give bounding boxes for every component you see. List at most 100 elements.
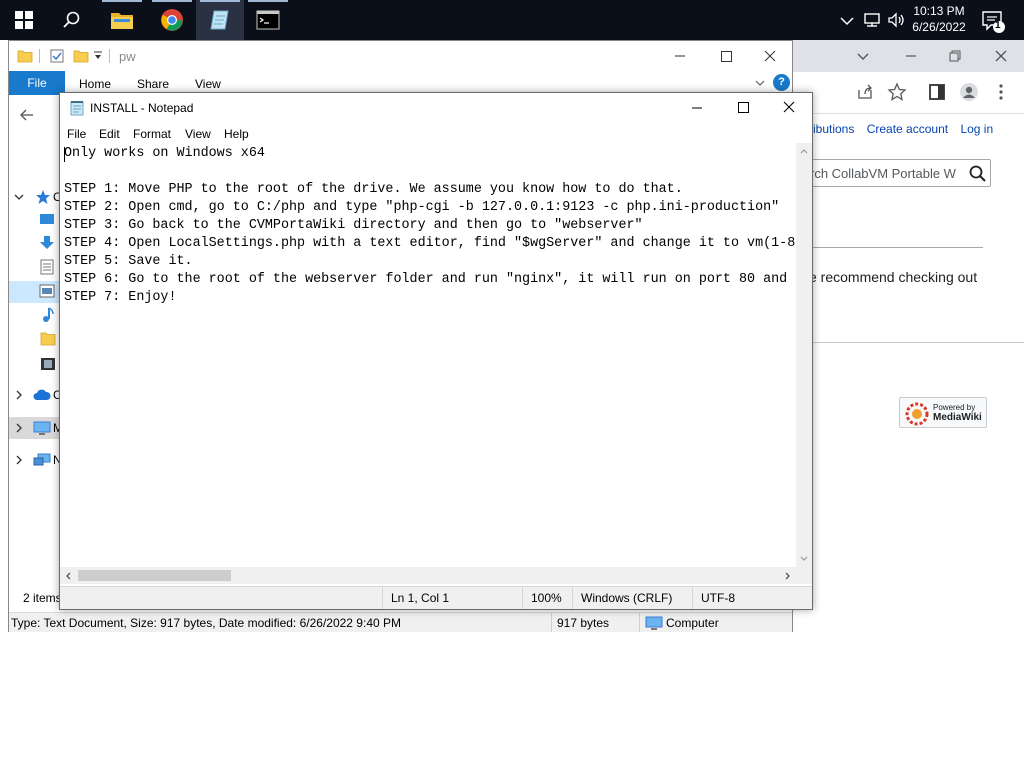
encoding: UTF-8 — [692, 587, 812, 609]
scroll-left-icon[interactable] — [64, 571, 72, 581]
scroll-right-icon[interactable] — [784, 571, 792, 581]
scroll-up-icon[interactable] — [799, 147, 809, 155]
horizontal-scroll-thumb[interactable] — [78, 570, 231, 581]
navigation-pane: C C M N — [9, 95, 63, 585]
properties-check-icon[interactable] — [49, 48, 65, 64]
profile-avatar-icon[interactable] — [959, 82, 979, 102]
notepad-title-bar[interactable]: INSTALL - Notepad — [60, 93, 812, 123]
customize-toolbar-icon[interactable] — [93, 50, 103, 62]
ribbon-tab-file[interactable]: File — [9, 71, 65, 95]
wiki-content-text: e recommend checking out — [809, 269, 978, 285]
close-icon[interactable] — [747, 41, 793, 71]
pictures-icon[interactable] — [39, 284, 55, 298]
nav-row-network[interactable]: N — [9, 449, 62, 471]
nav-row-quick-access[interactable]: C — [9, 187, 62, 207]
menu-file[interactable]: File — [67, 127, 86, 141]
explorer-status-bar: Type: Text Document, Size: 917 bytes, Da… — [9, 612, 792, 632]
browser-tab-strip — [793, 40, 1024, 72]
zoom-level: 100% — [522, 587, 572, 609]
horizontal-scrollbar[interactable] — [60, 567, 796, 584]
help-button[interactable]: ? — [773, 74, 790, 91]
explorer-folder-name: pw — [119, 49, 136, 64]
minimize-icon[interactable] — [901, 46, 921, 66]
notification-icon — [982, 11, 1005, 33]
taskbar-file-explorer[interactable] — [98, 0, 146, 40]
running-indicator — [200, 0, 240, 2]
desktop-icon[interactable] — [39, 213, 55, 227]
bookmark-star-icon[interactable] — [887, 82, 907, 102]
browser-window: ributions Create account Log in rch Coll… — [793, 40, 1024, 343]
menu-view[interactable]: View — [185, 127, 211, 141]
chevron-down-icon[interactable] — [853, 46, 873, 66]
clock-date: 6/26/2022 — [912, 20, 966, 34]
document-text[interactable]: Only works on Windows x64 STEP 1: Move P… — [64, 145, 795, 307]
documents-icon[interactable] — [40, 259, 54, 275]
search-icon[interactable] — [968, 164, 988, 184]
downloads-icon[interactable] — [39, 235, 55, 251]
chrome-icon — [161, 9, 183, 31]
clock[interactable]: 10:13 PM 6/26/2022 — [906, 3, 972, 37]
contributions-link[interactable]: ributions — [809, 122, 854, 136]
notification-center-button[interactable]: 1 — [980, 8, 1006, 34]
status-divider — [551, 613, 552, 632]
computer-icon — [33, 421, 51, 435]
ribbon-tab-share[interactable]: Share — [137, 77, 169, 91]
nav-row-this-pc[interactable]: M — [9, 417, 63, 439]
notepad-menu-bar: File Edit Format View Help — [60, 123, 812, 143]
vertical-scrollbar[interactable] — [796, 143, 812, 567]
search-button[interactable] — [48, 0, 96, 40]
chevron-down-icon[interactable] — [753, 76, 767, 90]
volume-icon[interactable] — [886, 10, 906, 30]
cursor-position: Ln 1, Col 1 — [382, 587, 522, 609]
nav-row-onedrive[interactable]: C — [9, 385, 62, 405]
side-panel-icon[interactable] — [927, 82, 947, 102]
scrollbar-corner — [796, 567, 812, 584]
network-icon[interactable] — [862, 10, 882, 30]
text-caret — [64, 147, 65, 162]
title-divider — [109, 49, 110, 63]
search-icon — [63, 11, 80, 28]
chevron-up-icon[interactable] — [838, 10, 856, 30]
notepad-window: INSTALL - Notepad File Edit Format View … — [59, 92, 813, 610]
music-icon[interactable] — [41, 307, 55, 323]
back-arrow-icon[interactable] — [19, 107, 35, 123]
maximize-icon[interactable] — [703, 41, 749, 71]
taskbar-chrome[interactable] — [148, 0, 196, 40]
scroll-down-icon[interactable] — [799, 555, 809, 563]
log-in-link[interactable]: Log in — [960, 122, 993, 136]
folder-icon[interactable] — [40, 332, 56, 346]
taskbar-command-prompt[interactable] — [244, 0, 292, 40]
minimize-icon[interactable] — [674, 93, 720, 123]
ribbon-tab-home[interactable]: Home — [79, 77, 111, 91]
menu-edit[interactable]: Edit — [99, 127, 120, 141]
terminal-icon — [256, 10, 280, 30]
menu-format[interactable]: Format — [133, 127, 171, 141]
windows-logo-icon — [15, 11, 33, 29]
menu-help[interactable]: Help — [224, 127, 249, 141]
maximize-icon[interactable] — [720, 93, 766, 123]
create-account-link[interactable]: Create account — [867, 122, 948, 136]
chevron-right-icon — [16, 455, 22, 465]
wiki-search-box[interactable]: rch CollabVM Portable W — [807, 159, 991, 187]
ribbon-tab-view[interactable]: View — [195, 77, 221, 91]
new-folder-icon[interactable] — [73, 48, 89, 64]
wiki-search-placeholder: rch CollabVM Portable W — [810, 166, 956, 181]
chevron-down-icon — [14, 194, 24, 200]
explorer-title-bar: pw — [9, 41, 792, 71]
text-editor-area[interactable]: Only works on Windows x64 STEP 1: Move P… — [60, 143, 796, 567]
folder-icon — [111, 13, 133, 29]
selected-file-details: Type: Text Document, Size: 917 bytes, Da… — [11, 616, 401, 630]
restore-icon[interactable] — [945, 46, 965, 66]
star-icon — [36, 190, 50, 204]
close-icon[interactable] — [991, 46, 1011, 66]
videos-icon[interactable] — [40, 357, 56, 371]
share-icon[interactable] — [855, 82, 875, 102]
taskbar-notepad[interactable] — [196, 0, 244, 40]
notification-badge: 1 — [995, 20, 1001, 31]
network-icon — [33, 453, 51, 466]
kebab-menu-icon[interactable] — [991, 82, 1011, 102]
powered-by-mediawiki-badge[interactable]: Powered by MediaWiki — [899, 397, 987, 428]
minimize-icon[interactable] — [657, 41, 703, 71]
close-icon[interactable] — [766, 93, 812, 123]
start-button[interactable] — [0, 0, 48, 40]
